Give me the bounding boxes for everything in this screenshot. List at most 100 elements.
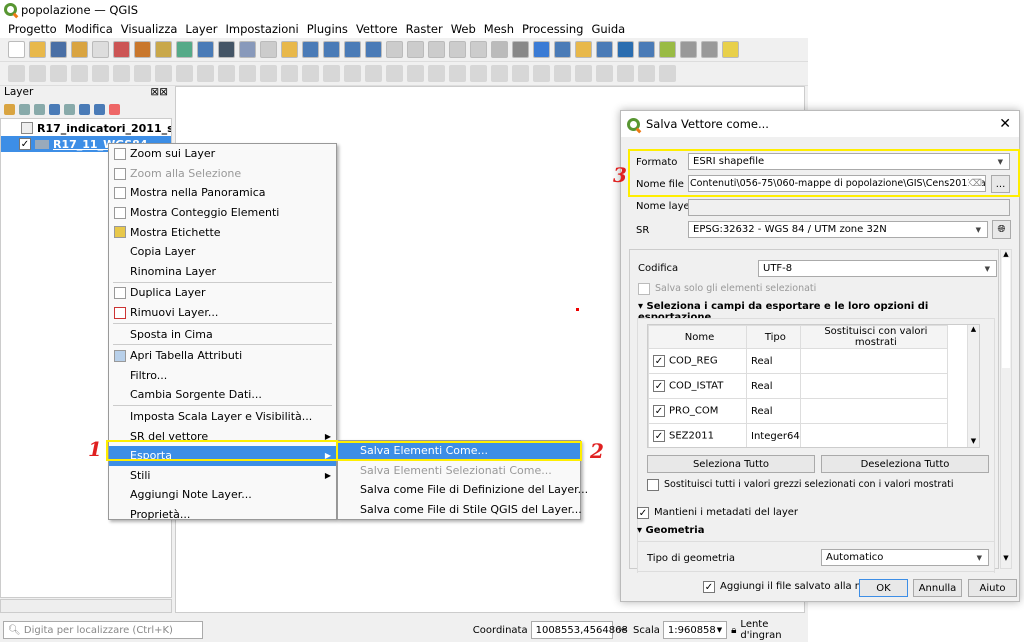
menu-modifica[interactable]: Modifica <box>61 22 117 36</box>
add-wms-icon[interactable] <box>239 41 256 58</box>
menu-item-copia-layer[interactable]: Copia Layer <box>109 242 336 262</box>
zoom-layer-icon[interactable] <box>386 41 403 58</box>
menu-raster[interactable]: Raster <box>402 22 447 36</box>
format-combo[interactable]: ESRI shapefile ▼ <box>688 153 1010 170</box>
select-all-button[interactable]: Seleziona Tutto <box>647 455 815 473</box>
menu-item-cambia-sorgente-dati[interactable]: Cambia Sorgente Dati... <box>109 385 336 405</box>
menu-item-rimuovi-layer[interactable]: Rimuovi Layer... <box>109 303 336 323</box>
replace-all-checkbox[interactable] <box>647 479 659 491</box>
diagram-icon[interactable] <box>659 65 676 82</box>
menu-item-zoom-sui-layer[interactable]: Zoom sui Layer <box>109 144 336 164</box>
menu-visualizza[interactable]: Visualizza <box>117 22 182 36</box>
layer-visibility-checkbox[interactable]: ✓ <box>19 138 31 150</box>
attribute-table-icon[interactable] <box>638 41 655 58</box>
menu-item-mostra-nella-panoramica[interactable]: Mostra nella Panoramica <box>109 183 336 203</box>
zoom-next-icon[interactable] <box>449 41 466 58</box>
menu-impostazioni[interactable]: Impostazioni <box>222 22 303 36</box>
add-ring-icon[interactable] <box>302 65 319 82</box>
lock-icon[interactable]: 🔒︎ <box>731 625 736 636</box>
field-name-cell[interactable]: ✓ COD_REG <box>648 348 747 374</box>
new-bookmark-icon[interactable] <box>470 41 487 58</box>
menu-progetto[interactable]: Progetto <box>4 22 61 36</box>
remove-layer-icon[interactable] <box>109 103 120 115</box>
zoom-out-icon[interactable] <box>323 41 340 58</box>
delete-ring-icon[interactable] <box>365 65 382 82</box>
rotate-icon[interactable] <box>491 65 508 82</box>
crs-selector-icon[interactable]: 🌐︎ <box>992 220 1011 239</box>
pan-icon[interactable] <box>260 41 277 58</box>
digitize-shape-icon[interactable] <box>281 65 298 82</box>
add-virtual-icon[interactable] <box>218 41 235 58</box>
annotation-icon[interactable] <box>701 41 718 58</box>
modify-attributes-icon[interactable] <box>113 65 130 82</box>
menu-item-filtro[interactable]: Filtro... <box>109 366 336 386</box>
vertex-tool-icon[interactable] <box>92 65 109 82</box>
fill-ring-icon[interactable] <box>344 65 361 82</box>
refresh-icon[interactable] <box>533 41 550 58</box>
locator-search-input[interactable]: 🔍︎ Digita per localizzare (Ctrl+K) <box>3 621 203 639</box>
horizontal-scrollbar[interactable] <box>0 599 172 613</box>
field-checkbox[interactable]: ✓ <box>653 430 665 442</box>
redo-icon[interactable] <box>239 65 256 82</box>
visibility-icon[interactable] <box>34 103 45 115</box>
measure-icon[interactable] <box>659 41 676 58</box>
add-spatialite-icon[interactable] <box>197 41 214 58</box>
menu-item-imposta-scala-layer-e-visibilita[interactable]: Imposta Scala Layer e Visibilità... <box>109 407 336 427</box>
column-header-type[interactable]: Tipo <box>746 325 801 349</box>
dialog-scrollbar[interactable]: ▲ ▼ <box>1000 249 1012 569</box>
style-icon[interactable] <box>4 103 15 115</box>
menu-mesh[interactable]: Mesh <box>480 22 518 36</box>
save-edits-icon[interactable] <box>50 65 67 82</box>
menu-item-proprieta[interactable]: Proprietà... <box>109 505 336 525</box>
field-replace-cell[interactable] <box>799 373 949 399</box>
menu-item-salva-come-file-di-stile-qgis-del-layer[interactable]: Salva come File di Stile QGIS del Layer.… <box>338 500 582 520</box>
cancel-button[interactable]: Annulla <box>913 579 962 597</box>
zoom-last-icon[interactable] <box>428 41 445 58</box>
pan-to-selection-icon[interactable] <box>281 41 298 58</box>
save-as-icon[interactable] <box>71 41 88 58</box>
collapse-icon[interactable] <box>94 103 105 115</box>
current-edits-icon[interactable] <box>8 65 25 82</box>
menu-item-mostra-conteggio-elementi[interactable]: Mostra Conteggio Elementi <box>109 203 336 223</box>
field-checkbox[interactable]: ✓ <box>653 405 665 417</box>
menu-item-salva-come-file-di-definizione-del-layer[interactable]: Salva come File di Definizione del Layer… <box>338 480 588 500</box>
menu-guida[interactable]: Guida <box>587 22 629 36</box>
zoom-in-icon[interactable] <box>302 41 319 58</box>
browse-button[interactable]: ... <box>991 175 1010 193</box>
clear-icon[interactable]: ⌫ <box>968 178 982 189</box>
temporal-icon[interactable] <box>512 41 529 58</box>
keep-metadata-checkbox[interactable]: ✓ <box>637 507 649 519</box>
close-icon[interactable]: ✕ <box>999 116 1011 132</box>
zoom-native-icon[interactable] <box>407 41 424 58</box>
menu-item-rinomina-layer[interactable]: Rinomina Layer <box>109 262 336 282</box>
layer-item[interactable]: R17_indicatori_2011_sezio <box>1 120 171 136</box>
delete-selected-icon[interactable] <box>134 65 151 82</box>
menu-item-aggiungi-note-layer[interactable]: Aggiungi Note Layer... <box>109 485 336 505</box>
identify-icon[interactable] <box>554 41 571 58</box>
field-replace-cell[interactable] <box>799 348 949 374</box>
coordinate-field[interactable]: 1008553,4564868 <box>530 621 628 639</box>
snapping-icon[interactable] <box>260 65 277 82</box>
select-icon[interactable] <box>575 41 592 58</box>
add-feature-icon[interactable] <box>71 65 88 82</box>
menu-item-mostra-etichette[interactable]: Mostra Etichette <box>109 222 336 242</box>
help-button[interactable]: Aiuto <box>968 579 1017 597</box>
keep-metadata-option[interactable]: ✓ Mantieni i metadati del layer <box>637 507 798 519</box>
table-scrollbar[interactable]: ▲ ▼ <box>967 325 979 447</box>
add-to-map-checkbox[interactable]: ✓ <box>703 581 715 593</box>
move-label-icon[interactable] <box>596 65 613 82</box>
column-header-name[interactable]: Nome <box>648 325 747 349</box>
ok-button[interactable]: OK <box>859 579 908 597</box>
menu-item-duplica-layer[interactable]: Duplica Layer <box>109 283 336 303</box>
field-checkbox[interactable]: ✓ <box>653 380 665 392</box>
save-project-icon[interactable] <box>50 41 67 58</box>
undo-icon[interactable] <box>218 65 235 82</box>
filename-input[interactable]: Contenuti\056-75\060-mappe di popolazion… <box>688 175 986 192</box>
expand-icon[interactable] <box>79 103 90 115</box>
selected-only-option[interactable]: Salva solo gli elementi selezionati <box>638 283 816 295</box>
add-part-icon[interactable] <box>323 65 340 82</box>
field-name-cell[interactable]: ✓ SEZ2011 <box>648 423 747 447</box>
replace-all-option[interactable]: Sostituisci tutti i valori grezzi selezi… <box>647 479 954 491</box>
field-replace-cell[interactable] <box>799 398 949 424</box>
show-bookmarks-icon[interactable] <box>491 41 508 58</box>
